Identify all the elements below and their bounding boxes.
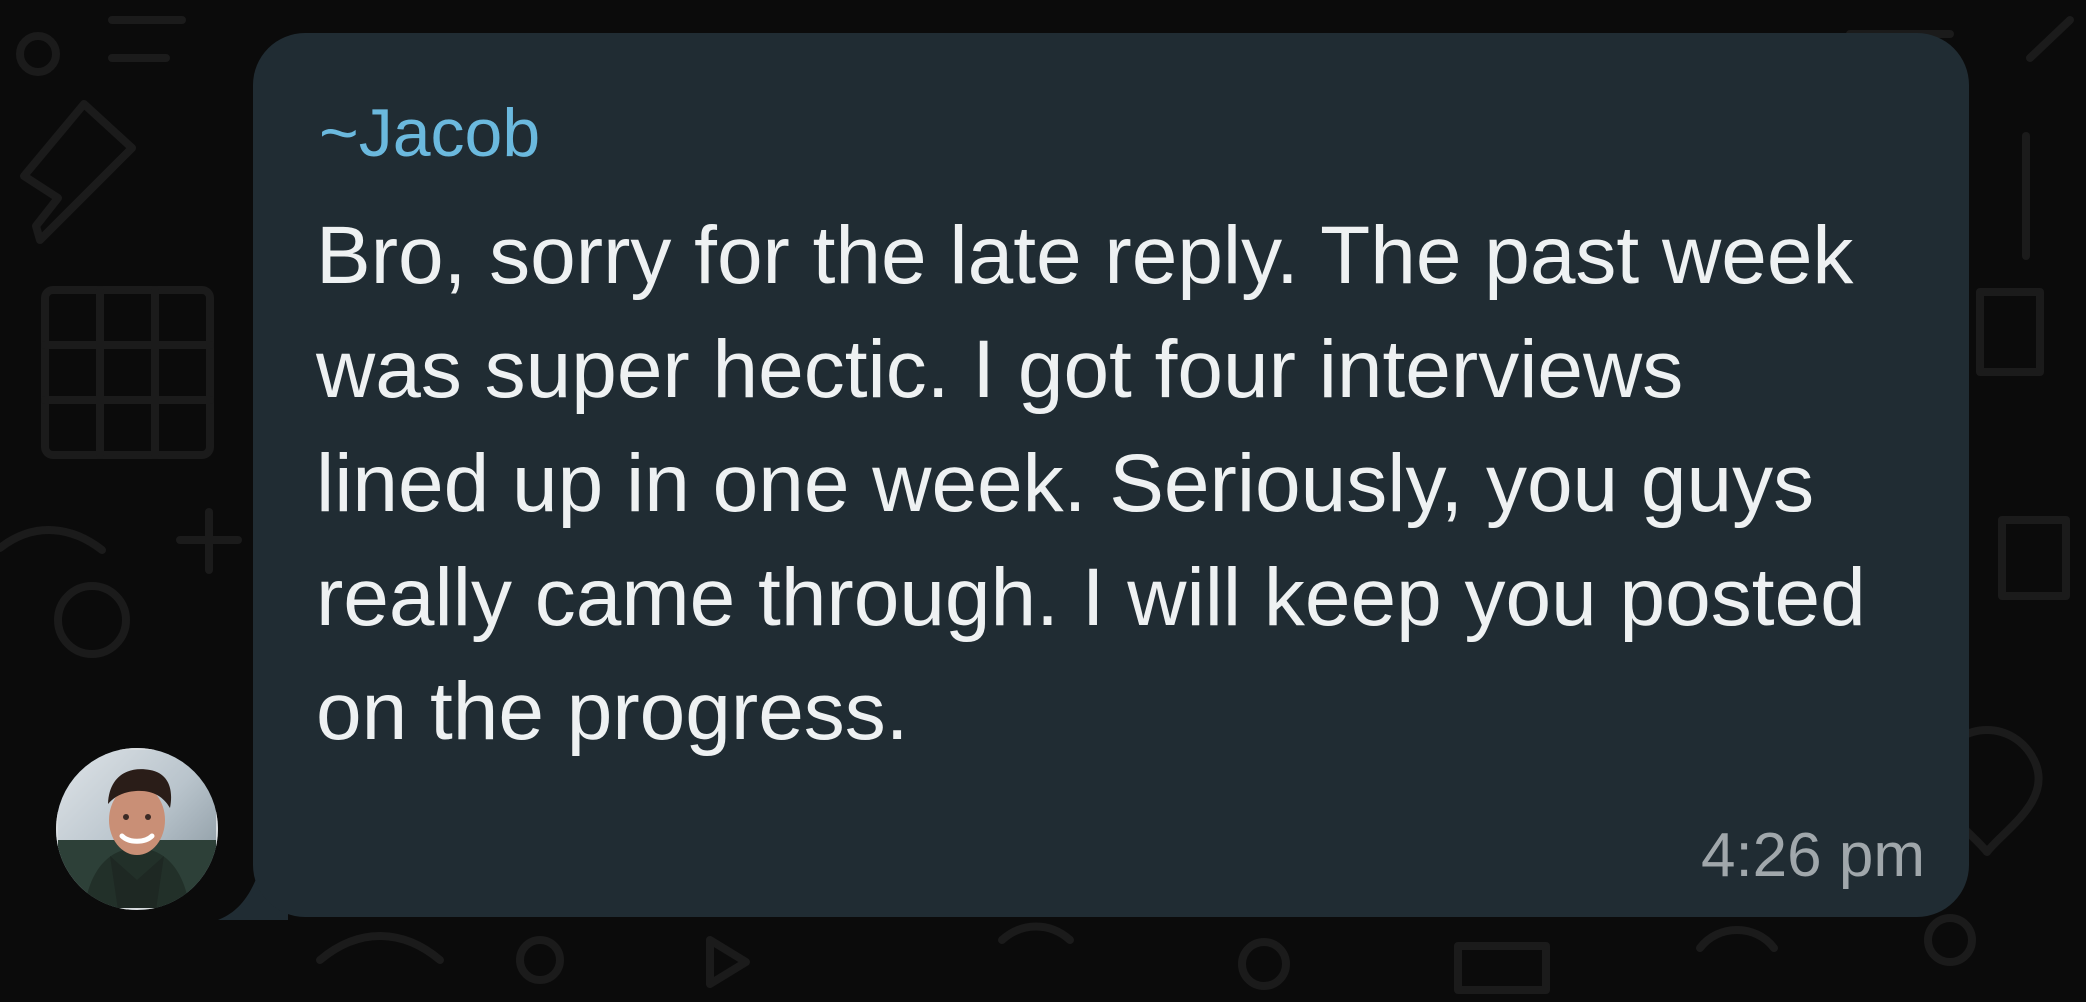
message-bubble[interactable]: ~Jacob Bro, sorry for the late reply. Th… [253,33,1969,917]
message-timestamp: 4:26 pm [1700,821,1925,890]
sender-avatar[interactable] [56,748,218,910]
profile-photo-icon [56,748,218,910]
message-text: Bro, sorry for the late reply. The past … [316,210,1866,757]
sender-name[interactable]: ~Jacob [319,93,540,173]
